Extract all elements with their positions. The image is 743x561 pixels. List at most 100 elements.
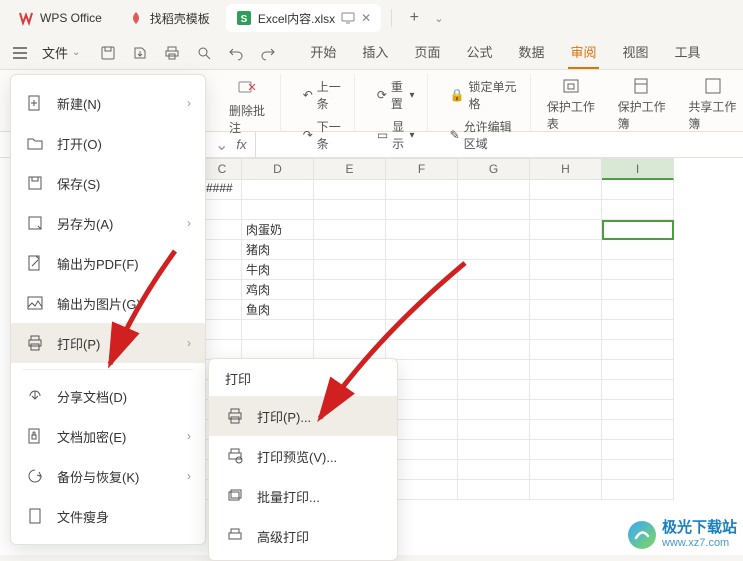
cell[interactable] [530, 260, 602, 280]
menu-item-save[interactable]: 保存(S) [11, 163, 205, 203]
protect-sheet-button[interactable]: 保护工作表 [541, 74, 602, 131]
cell[interactable] [602, 420, 674, 440]
cell[interactable] [530, 360, 602, 380]
submenu-item-advanced[interactable]: 高级打印 [209, 516, 397, 556]
cell[interactable] [530, 480, 602, 500]
menu-item-print[interactable]: 打印(P)› [11, 323, 205, 363]
monitor-icon[interactable] [341, 11, 355, 25]
cell[interactable] [530, 380, 602, 400]
cell[interactable] [530, 280, 602, 300]
close-icon[interactable]: ✕ [361, 11, 371, 25]
col-header-g[interactable]: G [458, 158, 530, 180]
cell[interactable] [314, 260, 386, 280]
cell[interactable] [602, 440, 674, 460]
cell[interactable] [386, 260, 458, 280]
ribbon-tab-start[interactable]: 开始 [308, 36, 338, 69]
cell[interactable]: 鱼肉 [242, 300, 314, 320]
cell[interactable] [458, 460, 530, 480]
cell[interactable] [458, 280, 530, 300]
menu-item-new[interactable]: 新建(N)› [11, 83, 205, 123]
menu-item-share[interactable]: 分享文档(D) [11, 376, 205, 416]
cell[interactable]: 牛肉 [242, 260, 314, 280]
prev-comment-button[interactable]: ↶上一条 [299, 76, 346, 114]
cell[interactable] [530, 220, 602, 240]
cell[interactable] [314, 340, 386, 360]
tab-wps-office[interactable]: WPS Office [8, 4, 112, 32]
menu-item-slim[interactable]: 文件瘦身 [11, 496, 205, 536]
cell[interactable] [602, 260, 674, 280]
cell[interactable] [202, 300, 242, 320]
menu-item-backup[interactable]: 备份与恢复(K)› [11, 456, 205, 496]
cell[interactable] [602, 380, 674, 400]
cell[interactable] [458, 440, 530, 460]
fx-label[interactable]: fx [236, 137, 246, 152]
lock-cell-button[interactable]: 🔒锁定单元格 [446, 76, 522, 114]
cell[interactable] [530, 320, 602, 340]
undo-icon[interactable] [226, 43, 246, 63]
ribbon-tab-view[interactable]: 视图 [621, 36, 651, 69]
submenu-item-preview[interactable]: 打印预览(V)... [209, 436, 397, 476]
hamburger-icon[interactable] [8, 41, 32, 65]
cell[interactable] [602, 200, 674, 220]
cell[interactable] [242, 320, 314, 340]
new-tab-button[interactable]: + [402, 6, 426, 30]
cell[interactable] [602, 360, 674, 380]
cell[interactable] [602, 280, 674, 300]
cell[interactable] [530, 240, 602, 260]
col-header-i[interactable]: I [602, 158, 674, 180]
file-menu-button[interactable]: 文件 ⌄ [32, 39, 90, 66]
cell[interactable] [386, 280, 458, 300]
share-book-button[interactable]: 共享工作簿 [682, 74, 743, 131]
export-icon[interactable] [130, 43, 150, 63]
cell[interactable] [386, 300, 458, 320]
ribbon-tab-tools[interactable]: 工具 [673, 36, 703, 69]
cell[interactable] [202, 320, 242, 340]
cell[interactable] [386, 240, 458, 260]
menu-item-image[interactable]: 输出为图片(G) [11, 283, 205, 323]
cell[interactable] [202, 240, 242, 260]
cell[interactable] [458, 240, 530, 260]
cell[interactable] [314, 280, 386, 300]
submenu-item-print[interactable]: 打印(P)... [209, 396, 397, 436]
print-icon[interactable] [162, 43, 182, 63]
cell[interactable] [602, 340, 674, 360]
cell[interactable]: #### [202, 180, 242, 200]
cell[interactable] [602, 220, 674, 240]
cell[interactable] [602, 480, 674, 500]
formula-input[interactable] [255, 132, 743, 157]
cell[interactable] [314, 240, 386, 260]
cell[interactable] [242, 340, 314, 360]
cell[interactable] [602, 320, 674, 340]
tab-templates[interactable]: 找稻壳模板 [118, 4, 220, 32]
menu-item-encrypt[interactable]: 文档加密(E)› [11, 416, 205, 456]
col-header-h[interactable]: H [530, 158, 602, 180]
save-icon[interactable] [98, 43, 118, 63]
cell[interactable] [386, 200, 458, 220]
cell[interactable] [530, 200, 602, 220]
cell[interactable] [530, 460, 602, 480]
cell[interactable] [602, 300, 674, 320]
ribbon-tab-insert[interactable]: 插入 [360, 36, 390, 69]
cell[interactable] [458, 260, 530, 280]
cell[interactable] [314, 180, 386, 200]
cell[interactable] [386, 180, 458, 200]
cell[interactable] [242, 200, 314, 220]
chevron-down-icon[interactable]: ⌄ [434, 12, 443, 25]
cell[interactable] [458, 380, 530, 400]
cell[interactable] [386, 220, 458, 240]
col-header-e[interactable]: E [314, 158, 386, 180]
cell[interactable]: 鸡肉 [242, 280, 314, 300]
cell[interactable] [458, 400, 530, 420]
cell[interactable] [458, 340, 530, 360]
delete-comment-button[interactable]: 删除批注 [223, 76, 272, 138]
preview-icon[interactable] [194, 43, 214, 63]
cell[interactable] [530, 400, 602, 420]
cell[interactable] [458, 180, 530, 200]
cell[interactable] [242, 180, 314, 200]
col-header-c[interactable]: C [202, 158, 242, 180]
reset-button[interactable]: ⟳重置▾ [373, 76, 419, 114]
protect-book-button[interactable]: 保护工作簿 [612, 74, 673, 131]
cell[interactable] [458, 300, 530, 320]
cell[interactable] [458, 200, 530, 220]
cell[interactable] [458, 360, 530, 380]
